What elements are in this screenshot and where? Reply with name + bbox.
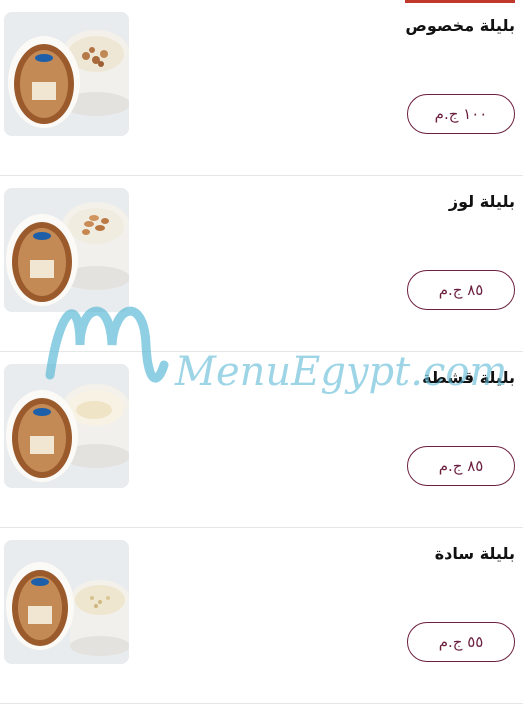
menu-item[interactable]: بليلة قشطة ٨٥ ج.م: [0, 352, 523, 528]
item-name: بليلة مخصوص: [405, 16, 515, 35]
price-button[interactable]: ٨٥ ج.م: [407, 270, 515, 310]
item-photo: [4, 12, 129, 136]
menu-item[interactable]: بليلة سادة ٥٥ ج.م: [0, 528, 523, 704]
item-name: بليلة سادة: [434, 544, 515, 563]
price-button[interactable]: ٨٥ ج.م: [407, 446, 515, 486]
menu-item[interactable]: بليلة لوز ٨٥ ج.م: [0, 176, 523, 352]
item-photo: [4, 188, 129, 312]
item-name: بليلة لوز: [448, 192, 515, 211]
item-photo: [4, 540, 129, 664]
item-photo: [4, 364, 129, 488]
menu-item[interactable]: بليلة مخصوص ١٠٠ ج.م: [0, 0, 523, 176]
price-button[interactable]: ١٠٠ ج.م: [407, 94, 515, 134]
item-name: بليلة قشطة: [422, 368, 515, 387]
price-button[interactable]: ٥٥ ج.م: [407, 622, 515, 662]
